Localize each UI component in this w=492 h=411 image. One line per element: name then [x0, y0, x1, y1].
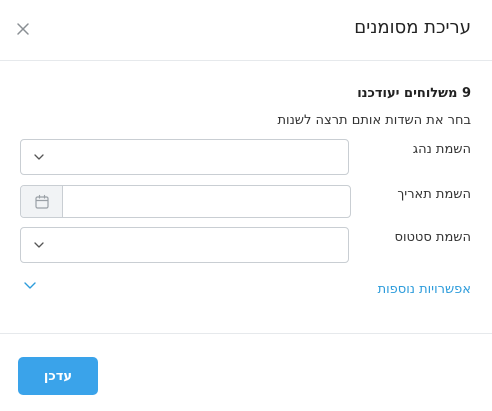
date-input[interactable] — [63, 186, 350, 217]
chevron-down-icon — [34, 242, 44, 248]
date-field-label: השמת תאריך — [397, 187, 471, 202]
date-field — [20, 185, 351, 218]
status-select[interactable] — [20, 227, 349, 263]
more-options-link[interactable]: אפשרויות נוספות — [378, 282, 471, 297]
calendar-button[interactable] — [21, 186, 63, 217]
edit-selected-modal: עריכת מסומנים 9 משלוחים יעודכנו בחר את ה… — [0, 0, 492, 411]
header-divider — [0, 60, 492, 61]
updated-count-text: 9 משלוחים יעודכנו — [357, 86, 471, 101]
footer-divider — [0, 333, 492, 334]
driver-field-label: השמת נהג — [412, 142, 471, 157]
select-fields-hint: בחר את השדות אותם תרצה לשנות — [277, 113, 471, 128]
update-button[interactable]: עדכן — [18, 357, 98, 395]
chevron-down-icon[interactable] — [23, 280, 37, 292]
modal-title: עריכת מסומנים — [354, 17, 471, 38]
chevron-down-icon — [34, 154, 44, 160]
driver-select[interactable] — [20, 139, 349, 175]
close-button[interactable] — [13, 19, 33, 39]
calendar-icon — [34, 194, 49, 209]
close-icon — [17, 23, 29, 35]
status-field-label: השמת סטטוס — [394, 230, 471, 245]
